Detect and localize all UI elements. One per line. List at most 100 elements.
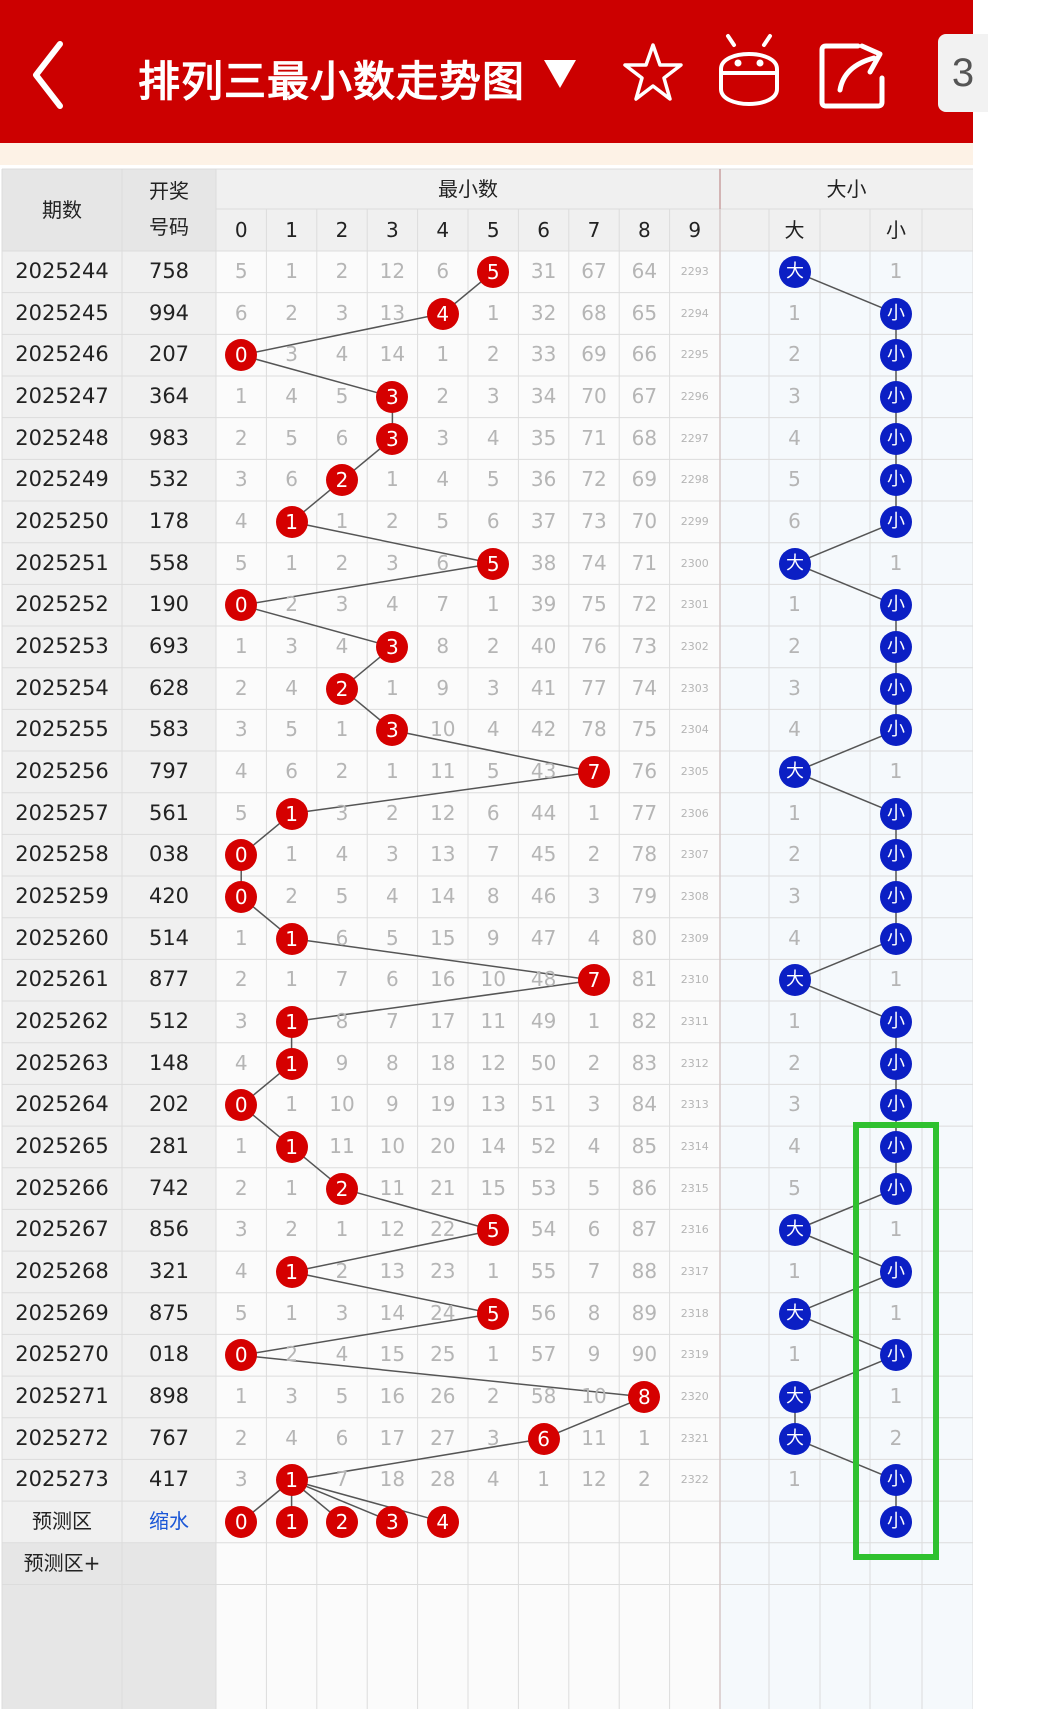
star-icon[interactable] bbox=[620, 40, 686, 106]
size-miss-count: 3 bbox=[788, 384, 801, 408]
size-miss-count: 1 bbox=[788, 1342, 801, 1367]
min-number-ball: 1 bbox=[275, 1464, 308, 1497]
miss-count: 2320 bbox=[680, 1390, 709, 1404]
miss-count: 13 bbox=[480, 1092, 506, 1117]
miss-count: 2 bbox=[587, 842, 601, 867]
miss-count: 10 bbox=[430, 717, 456, 742]
miss-count: 33 bbox=[530, 342, 557, 367]
miss-count: 3 bbox=[386, 550, 399, 575]
miss-count: 72 bbox=[581, 467, 607, 492]
miss-count: 17 bbox=[430, 1009, 456, 1034]
issue-number: 2025252 bbox=[15, 592, 109, 617]
miss-count: 2 bbox=[486, 342, 500, 367]
size-ball: 小 bbox=[880, 380, 912, 413]
miss-count: 13 bbox=[430, 842, 456, 867]
android-icon[interactable] bbox=[716, 33, 782, 113]
miss-count: 15 bbox=[480, 1175, 506, 1200]
digit-header-4: 4 bbox=[436, 218, 450, 242]
miss-count: 85 bbox=[631, 1134, 658, 1159]
size-ball: 小 bbox=[880, 880, 912, 913]
miss-count: 2299 bbox=[680, 515, 709, 529]
miss-count: 11 bbox=[329, 1134, 355, 1159]
miss-count: 71 bbox=[581, 425, 607, 450]
miss-count: 1 bbox=[285, 1092, 298, 1117]
miss-count: 4 bbox=[234, 509, 248, 534]
miss-count: 80 bbox=[631, 925, 658, 950]
miss-count: 9 bbox=[335, 1050, 349, 1075]
miss-count: 2307 bbox=[680, 848, 709, 862]
miss-count: 8 bbox=[486, 884, 500, 909]
shrink-link[interactable]: 缩水 bbox=[122, 1501, 216, 1543]
issue-number: 2025269 bbox=[15, 1300, 109, 1325]
min-number-ball: 8 bbox=[628, 1380, 661, 1413]
miss-count: 26 bbox=[430, 1384, 456, 1409]
miss-count: 50 bbox=[530, 1050, 557, 1075]
size-miss-count: 2 bbox=[788, 634, 801, 659]
miss-count: 12 bbox=[430, 800, 456, 825]
min-number-ball: 1 bbox=[275, 1255, 308, 1288]
size-miss-count: 3 bbox=[788, 1092, 801, 1117]
miss-count: 3 bbox=[234, 467, 248, 492]
miss-count: 2 bbox=[638, 1467, 651, 1492]
draw-number: 202 bbox=[148, 1092, 190, 1117]
issue-number: 2025245 bbox=[15, 300, 109, 325]
min-number-ball: 7 bbox=[578, 964, 610, 997]
min-number-ball: 6 bbox=[527, 1422, 560, 1455]
draw-number: 321 bbox=[148, 1259, 190, 1284]
share-icon[interactable] bbox=[818, 38, 890, 110]
issue-number: 2025262 bbox=[15, 1009, 109, 1034]
miss-count: 1 bbox=[587, 800, 601, 825]
miss-count: 8 bbox=[436, 634, 450, 659]
miss-count: 6 bbox=[587, 1217, 601, 1242]
draw-number: 797 bbox=[148, 759, 190, 784]
miss-count: 14 bbox=[379, 1300, 406, 1325]
back-icon[interactable] bbox=[30, 40, 70, 110]
issue-number: 2025266 bbox=[15, 1175, 109, 1200]
miss-count: 2319 bbox=[680, 1348, 709, 1362]
miss-count: 2301 bbox=[680, 598, 709, 612]
miss-count: 6 bbox=[436, 550, 450, 575]
miss-count: 16 bbox=[430, 967, 456, 992]
draw-number: 364 bbox=[148, 384, 190, 408]
miss-count: 6 bbox=[335, 425, 349, 450]
size-miss-count: 1 bbox=[788, 1259, 801, 1284]
miss-count: 77 bbox=[581, 675, 607, 700]
issue-number: 2025272 bbox=[15, 1425, 109, 1450]
header-min-number: 最小数 bbox=[438, 177, 498, 201]
size-miss-count: 4 bbox=[788, 425, 801, 450]
miss-count: 79 bbox=[631, 884, 658, 909]
miss-count: 45 bbox=[530, 842, 557, 867]
miss-count: 3 bbox=[436, 425, 450, 450]
issue-number: 2025268 bbox=[15, 1259, 109, 1284]
miss-count: 2309 bbox=[680, 931, 709, 945]
tab-peek[interactable]: 3 bbox=[938, 34, 988, 112]
miss-count: 11 bbox=[581, 1425, 607, 1450]
miss-count: 3 bbox=[335, 800, 349, 825]
dropdown-icon[interactable] bbox=[540, 54, 580, 94]
draw-number: 875 bbox=[148, 1300, 190, 1325]
miss-count: 2 bbox=[234, 675, 248, 700]
prediction-ball: 3 bbox=[376, 1505, 409, 1538]
miss-count: 5 bbox=[234, 259, 248, 283]
miss-count: 3 bbox=[285, 342, 298, 367]
miss-count: 88 bbox=[631, 1259, 658, 1284]
miss-count: 76 bbox=[631, 759, 658, 784]
size-ball: 大 bbox=[779, 755, 811, 788]
issue-number: 2025258 bbox=[15, 842, 109, 867]
miss-count: 2303 bbox=[680, 681, 709, 695]
miss-count: 5 bbox=[587, 1175, 601, 1200]
miss-count: 1 bbox=[436, 342, 450, 367]
miss-count: 57 bbox=[530, 1342, 557, 1367]
draw-number: 994 bbox=[148, 300, 190, 325]
size-miss-count: 1 bbox=[889, 1300, 903, 1325]
miss-count: 7 bbox=[587, 1259, 601, 1284]
size-ball: 小 bbox=[880, 714, 912, 747]
miss-count: 11 bbox=[430, 759, 456, 784]
miss-count: 68 bbox=[631, 425, 658, 450]
miss-count: 5 bbox=[436, 509, 450, 534]
miss-count: 7 bbox=[486, 842, 500, 867]
prediction-label: 预测区 bbox=[32, 1509, 92, 1534]
miss-count: 2315 bbox=[680, 1181, 709, 1195]
size-miss-count: 6 bbox=[788, 509, 801, 534]
digit-header-5: 5 bbox=[486, 218, 500, 242]
